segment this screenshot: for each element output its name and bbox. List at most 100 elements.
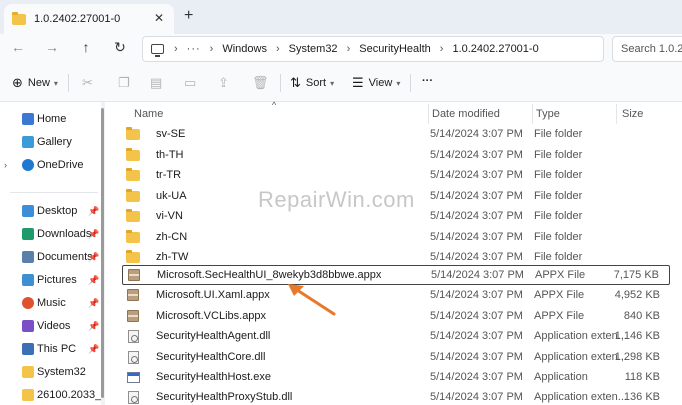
- plus-circle-icon: ⊕: [12, 75, 23, 90]
- pin-icon[interactable]: 📌: [88, 321, 99, 332]
- back-arrow-icon[interactable]: ←: [8, 39, 28, 55]
- file-row[interactable]: Microsoft.VCLibs.appx 5/14/2024 3:07 PM AP…: [122, 307, 670, 327]
- more-options-button[interactable]: ···: [422, 75, 433, 87]
- file-row[interactable]: Microsoft.UI.Xaml.appx 5/14/2024 3:07 PM A…: [122, 286, 670, 306]
- chevron-right-icon[interactable]: ›: [276, 43, 280, 55]
- cut-button[interactable]: ✂: [82, 75, 98, 91]
- delete-button[interactable]: 🗑: [252, 75, 274, 91]
- sidebar-item-videos[interactable]: Videos 📌: [0, 316, 106, 336]
- command-bar: ⊕ New ▾ ✂ ❐ ▤ ▭ ⇪ 🗑 ⇅ Sort ▾ ☰ View ▾ ··…: [0, 64, 682, 102]
- file-type: APPX File: [535, 269, 586, 281]
- new-button[interactable]: ⊕ New ▾: [12, 75, 58, 91]
- copy-button[interactable]: ❐: [118, 75, 135, 91]
- breadcrumb-securityhealth[interactable]: SecurityHealth: [359, 43, 431, 55]
- downloads-icon: [22, 228, 34, 240]
- tab-current-folder[interactable]: 1.0.2402.27001-0 ✕: [4, 4, 174, 34]
- sidebar-item-system32[interactable]: System32: [0, 362, 106, 382]
- file-size: 7,175 KB: [613, 269, 659, 281]
- pin-icon[interactable]: 📌: [88, 206, 99, 217]
- paste-icon: ▤: [150, 75, 163, 90]
- chevron-right-icon[interactable]: ›: [4, 160, 7, 170]
- file-name: SecurityHealthHost.exe: [156, 371, 271, 383]
- pin-icon[interactable]: 📌: [88, 298, 99, 309]
- up-arrow-icon[interactable]: ↑: [76, 39, 96, 55]
- column-header-size[interactable]: Size: [622, 102, 643, 124]
- file-type: File folder: [534, 149, 583, 161]
- breadcrumb-windows[interactable]: Windows: [222, 43, 267, 55]
- refresh-icon[interactable]: ↻: [110, 39, 130, 56]
- chevron-right-icon[interactable]: ›: [440, 43, 444, 55]
- trash-icon: 🗑: [252, 75, 269, 90]
- sidebar-item-label: Pictures: [37, 274, 77, 286]
- file-row[interactable]: SecurityHealthCore.dll 5/14/2024 3:07 PM A…: [122, 348, 670, 368]
- breadcrumb-overflow[interactable]: ···: [187, 43, 201, 55]
- file-row[interactable]: tr-TR 5/14/2024 3:07 PM File folder: [122, 166, 670, 186]
- column-separator[interactable]: [428, 104, 429, 124]
- sidebar-item-music[interactable]: Music 📌: [0, 293, 106, 313]
- column-header-type[interactable]: Type: [536, 102, 560, 124]
- file-name: zh-TW: [156, 251, 189, 263]
- file-row[interactable]: sv-SE 5/14/2024 3:07 PM File folder: [122, 125, 670, 145]
- file-size: 1,146 KB: [614, 330, 660, 342]
- onedrive-icon: [22, 159, 34, 171]
- forward-arrow-icon[interactable]: →: [42, 39, 62, 55]
- sidebar-item-desktop[interactable]: Desktop 📌: [0, 201, 106, 221]
- file-name: Microsoft.VCLibs.appx: [156, 310, 267, 322]
- sort-button[interactable]: ⇅ Sort ▾: [290, 75, 334, 91]
- sidebar-item-downloads[interactable]: Downloads 📌: [0, 224, 106, 244]
- file-type: File folder: [534, 210, 583, 222]
- paste-button[interactable]: ▤: [150, 75, 167, 91]
- column-header-date[interactable]: Date modified: [432, 102, 500, 124]
- sidebar-item-documents[interactable]: Documents 📌: [0, 247, 106, 267]
- sidebar-item-this-pc[interactable]: This PC 📌: [0, 339, 106, 359]
- pin-icon[interactable]: 📌: [88, 229, 99, 240]
- sidebar-scrollbar-thumb[interactable]: [101, 108, 104, 398]
- search-input[interactable]: Search 1.0.2402.27001-0: [612, 36, 682, 62]
- address-bar[interactable]: › ··· › Windows › System32 › SecurityHea…: [142, 36, 604, 62]
- sidebar-item-onedrive[interactable]: › OneDrive: [0, 155, 106, 175]
- chevron-right-icon[interactable]: ›: [347, 43, 351, 55]
- file-name: vi-VN: [156, 210, 183, 222]
- folder-icon: [22, 366, 34, 378]
- file-type: Application exten...: [534, 330, 627, 342]
- file-type: APPX File: [534, 310, 585, 322]
- breadcrumb-current-folder[interactable]: 1.0.2402.27001-0: [452, 43, 538, 55]
- folder-icon: [126, 230, 140, 243]
- column-separator[interactable]: [616, 104, 617, 124]
- breadcrumb-system32[interactable]: System32: [289, 43, 338, 55]
- file-size: 1,298 KB: [614, 351, 660, 363]
- chevron-down-icon: ▾: [330, 78, 335, 88]
- file-type: File folder: [534, 231, 583, 243]
- rename-button[interactable]: ▭: [184, 75, 201, 91]
- file-row[interactable]: SecurityHealthAgent.dll 5/14/2024 3:07 PM…: [122, 327, 670, 347]
- file-name: SecurityHealthProxyStub.dll: [156, 391, 293, 403]
- chevron-right-icon[interactable]: ›: [174, 43, 178, 55]
- sidebar-item-26100[interactable]: 26100.2033_amd: [0, 385, 106, 405]
- videos-icon: [22, 320, 34, 332]
- close-tab-icon[interactable]: ✕: [154, 11, 164, 25]
- dll-file-icon: [128, 391, 139, 404]
- pin-icon[interactable]: 📌: [88, 252, 99, 263]
- new-tab-button[interactable]: +: [184, 7, 193, 25]
- package-icon: [128, 269, 140, 281]
- pin-icon[interactable]: 📌: [88, 344, 99, 355]
- sidebar-item-pictures[interactable]: Pictures 📌: [0, 270, 106, 290]
- file-row[interactable]: th-TH 5/14/2024 3:07 PM File folder: [122, 146, 670, 166]
- file-row[interactable]: SecurityHealthProxyStub.dll 5/14/2024 3:0…: [122, 388, 670, 405]
- watermark: RepairWin.com: [258, 187, 415, 212]
- sidebar-item-gallery[interactable]: Gallery: [0, 132, 106, 152]
- file-date: 5/14/2024 3:07 PM: [430, 149, 523, 161]
- view-button[interactable]: ☰ View ▾: [352, 75, 400, 91]
- column-separator[interactable]: [532, 104, 533, 124]
- pin-icon[interactable]: 📌: [88, 275, 99, 286]
- chevron-right-icon[interactable]: ›: [210, 43, 214, 55]
- file-name: SecurityHealthCore.dll: [156, 351, 266, 363]
- file-row-selected[interactable]: Microsoft.SecHealthUI_8wekyb3d8bbwe.appx…: [122, 265, 670, 285]
- sidebar-item-label: System32: [37, 366, 86, 378]
- share-button[interactable]: ⇪: [218, 75, 234, 91]
- file-type: File folder: [534, 128, 583, 140]
- file-row[interactable]: zh-CN 5/14/2024 3:07 PM File folder: [122, 228, 670, 248]
- file-row[interactable]: SecurityHealthHost.exe 5/14/2024 3:07 PM A…: [122, 368, 670, 388]
- column-header-name[interactable]: Name: [134, 102, 163, 124]
- sidebar-item-home[interactable]: Home: [0, 109, 106, 129]
